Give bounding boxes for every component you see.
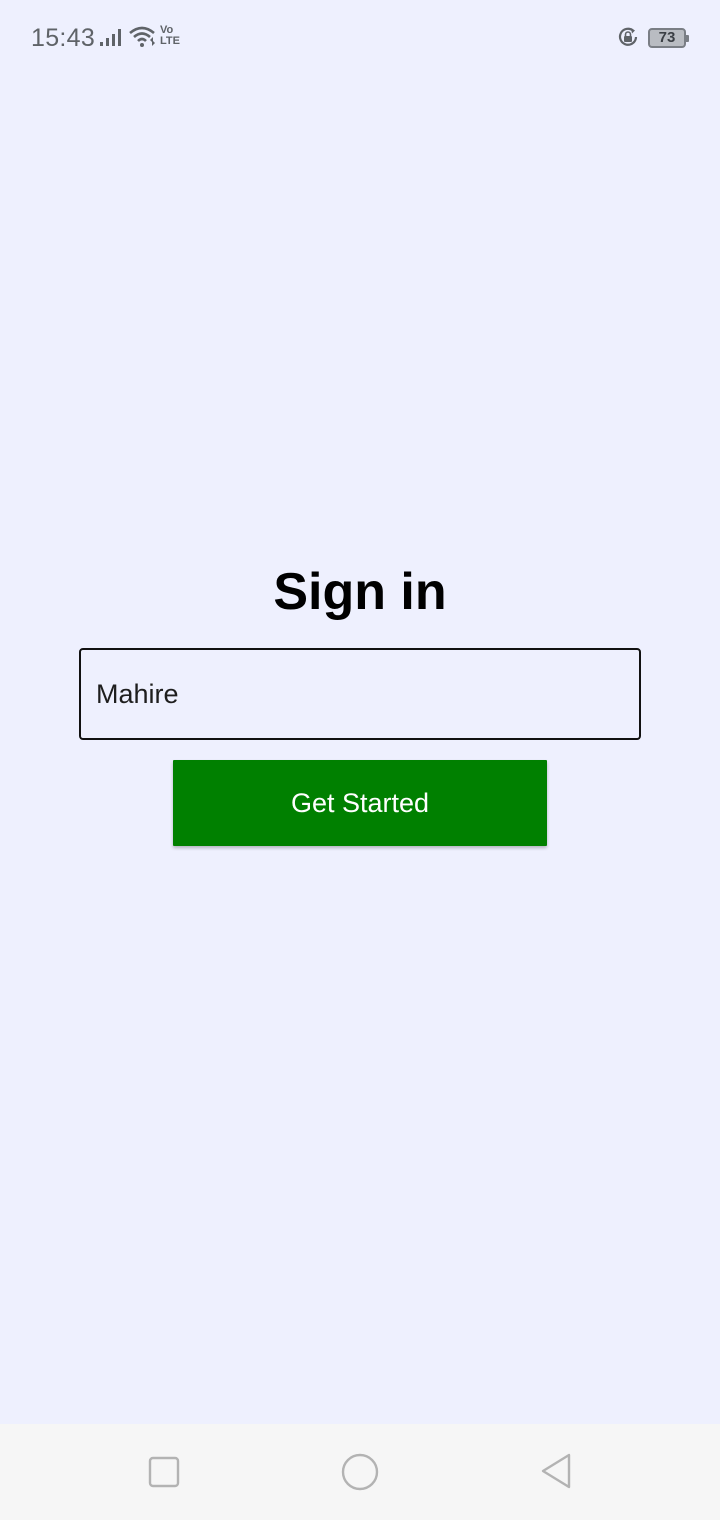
battery-level: 73 bbox=[658, 29, 676, 46]
navigation-bar bbox=[0, 1424, 720, 1520]
square-recents-icon[interactable] bbox=[148, 1456, 180, 1488]
volte-bottom-label: LTE bbox=[160, 35, 180, 47]
rotation-lock-icon bbox=[618, 27, 638, 46]
status-bar: 15:43 Vo LTE 73 bbox=[0, 0, 720, 78]
triangle-back-icon[interactable] bbox=[539, 1452, 573, 1490]
signal-icon bbox=[100, 29, 121, 46]
wifi-icon bbox=[129, 26, 155, 47]
status-time: 15:43 bbox=[31, 24, 96, 52]
volte-icon: Vo LTE bbox=[160, 25, 180, 47]
battery-icon: 73 bbox=[648, 28, 689, 48]
name-input[interactable] bbox=[79, 648, 641, 740]
sign-in-screen: 15:43 Vo LTE 73 Sign in Mahire Get Start… bbox=[0, 0, 720, 1520]
get-started-button[interactable]: Get Started bbox=[173, 760, 547, 846]
circle-home-icon[interactable] bbox=[341, 1453, 379, 1491]
page-title: Sign in bbox=[273, 563, 447, 621]
